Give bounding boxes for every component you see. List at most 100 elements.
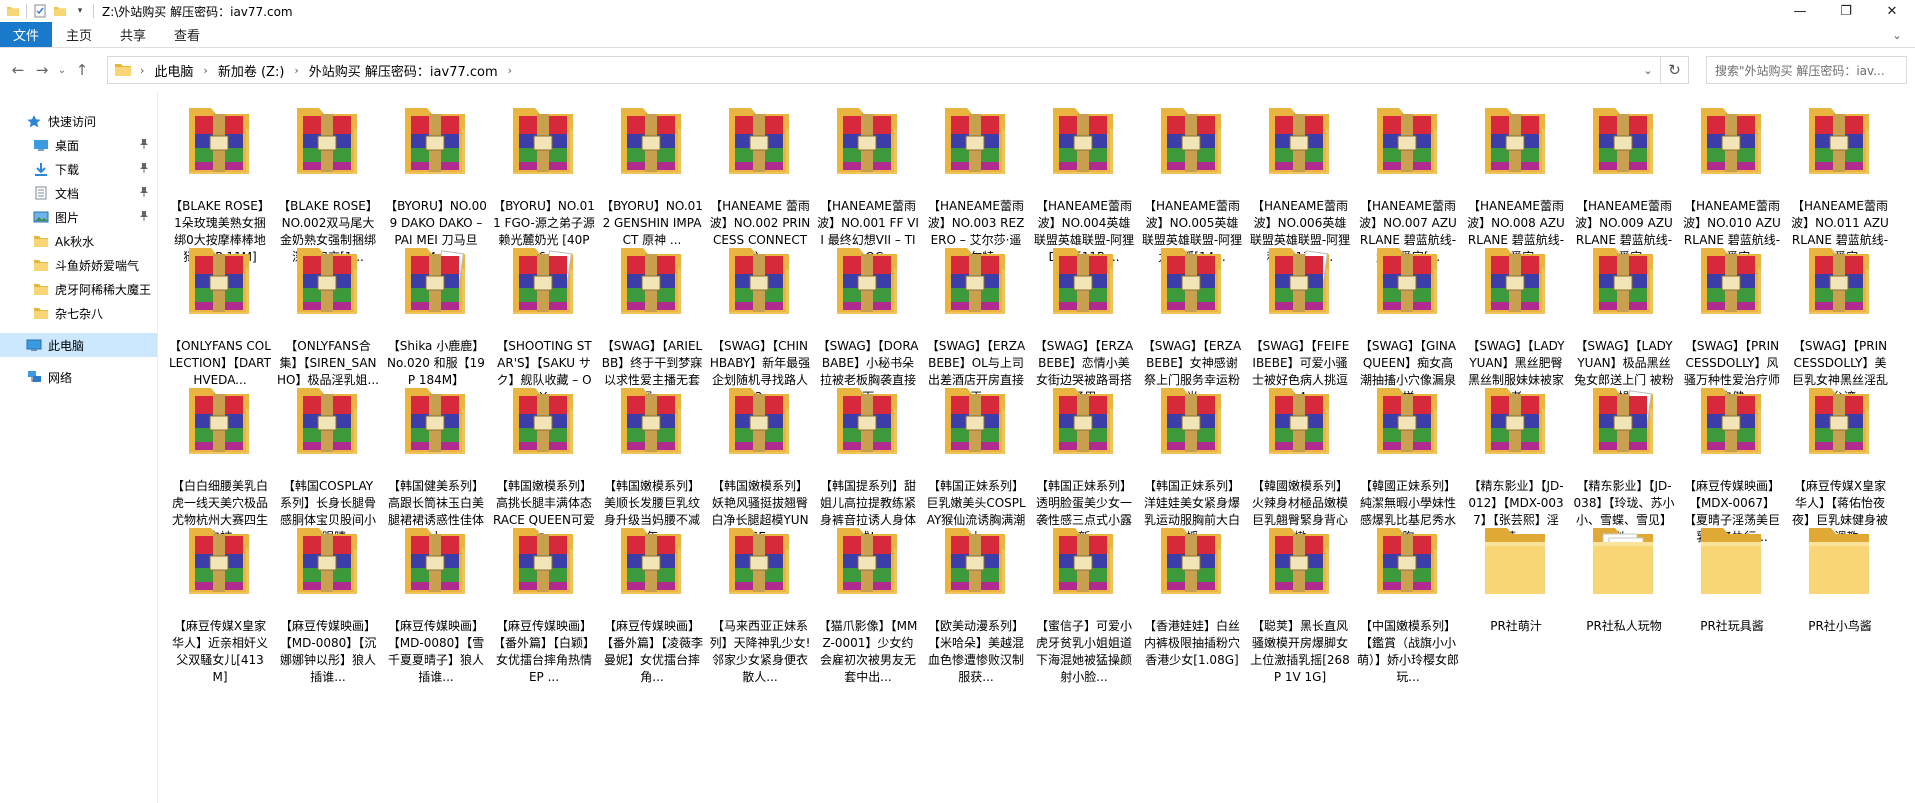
winrar-archive-icon [291, 520, 363, 600]
minimize-button[interactable]: — [1777, 0, 1823, 22]
pictures-icon [33, 210, 49, 224]
sidebar-item-6[interactable]: 虎牙阿稀稀大魔王 [0, 277, 157, 301]
breadcrumb-drive[interactable]: 新加卷 (Z:) [218, 61, 285, 80]
sidebar-item-label: 快速访问 [48, 114, 97, 129]
winrar-archive-icon [1371, 100, 1443, 180]
sidebar-item-label: 文档 [55, 186, 80, 201]
winrar-archive-icon [1587, 100, 1659, 180]
address-dropdown-icon[interactable]: ⌄ [1638, 57, 1658, 83]
tab-view[interactable]: 查看 [160, 22, 214, 47]
file-name: 【蜜信子】可爱小虎牙贫乳小姐姐道下海混她被猛操颜射小脸... [1035, 619, 1132, 684]
folder-icon [1587, 520, 1659, 600]
archive-file-item[interactable]: 【中国嫩模系列】【鑑賞（战旗小小萌）】娇小玲樱女郎玩... [1357, 520, 1459, 690]
address-bar[interactable]: › 此电脑 › 新加卷 (Z:) › 外站购买 解压密码：iav77.com ›… [107, 56, 1689, 84]
winrar-archive-icon [507, 240, 579, 320]
winrar-archive-icon [1695, 240, 1767, 320]
desktop-icon [33, 138, 49, 152]
sidebar-item-5[interactable]: 斗鱼娇娇爱喘气 [0, 253, 157, 277]
folder-item[interactable]: PR社玩具酱 [1681, 520, 1783, 690]
tab-share[interactable]: 共享 [106, 22, 160, 47]
new-folder-icon[interactable] [53, 4, 67, 18]
winrar-archive-icon [723, 240, 795, 320]
pin-icon[interactable] [139, 138, 149, 153]
up-button[interactable]: ↑ [70, 58, 94, 82]
archive-file-item[interactable]: 【麻豆传媒映画】【番外篇】【白颖】女优擂台摔角热情EP ... [493, 520, 595, 690]
sidebar-item-network[interactable]: 网络 [0, 365, 157, 389]
pin-icon[interactable] [139, 210, 149, 225]
archive-file-item[interactable]: 【聪荚】黑长直风骚嫩模开房爆脚女上位激插乳摇[268P 1V 1G] [1249, 520, 1351, 690]
breadcrumb-separator[interactable]: › [508, 64, 512, 77]
folder-icon [114, 62, 132, 77]
maximize-button[interactable]: ❐ [1823, 0, 1869, 22]
folder-icon [33, 258, 49, 272]
sidebar-item-this-pc[interactable]: 此电脑 [0, 333, 157, 357]
tab-home[interactable]: 主页 [52, 22, 106, 47]
winrar-archive-icon [507, 520, 579, 600]
folder-item[interactable]: PR社小鸟酱 [1789, 520, 1891, 690]
breadcrumb-separator[interactable]: › [294, 64, 298, 77]
winrar-archive-icon [1803, 380, 1875, 460]
archive-file-item[interactable]: 【欧美动漫系列】【米哈朵】美越混血色惨遭惨败汉制服获... [925, 520, 1027, 690]
winrar-archive-icon [399, 380, 471, 460]
archive-file-item[interactable]: 【香港娃娃】白丝内裤极限抽插粉穴香港少女[1.08G] [1141, 520, 1243, 690]
archive-file-item[interactable]: 【麻豆传媒映画】【番外篇】【凌薇李曼妮】女优擂台摔角... [601, 520, 703, 690]
archive-file-item[interactable]: 【麻豆传媒映画】【MD-0080】【沉娜娜钟以彤】狼人插谁... [277, 520, 379, 690]
winrar-archive-icon [831, 100, 903, 180]
archive-file-item[interactable]: 【麻豆传媒X皇家华人】近亲相奸义父双騷女儿[413M] [169, 520, 271, 690]
breadcrumb: › 此电脑 › 新加卷 (Z:) › 外站购买 解压密码：iav77.com › [108, 61, 512, 80]
expand-ribbon-icon[interactable]: ⌄ [1889, 27, 1905, 43]
winrar-archive-icon [615, 380, 687, 460]
customize-toolbar-icon[interactable]: ▾ [73, 4, 87, 18]
sidebar-item-label: 虎牙阿稀稀大魔王 [55, 282, 152, 297]
winrar-archive-icon [183, 380, 255, 460]
refresh-button[interactable]: ↻ [1660, 57, 1688, 83]
close-button[interactable]: ✕ [1869, 0, 1915, 22]
sidebar-item-2[interactable]: 文档 [0, 181, 157, 205]
archive-file-item[interactable]: 【马来西亚正妹系列】天降神乳少女! 邻家少女紧身便衣散人... [709, 520, 811, 690]
archive-file-item[interactable]: 【麻豆传媒映画】【MD-0080】【雪千夏夏晴子】狼人插谁... [385, 520, 487, 690]
sidebar-item-7[interactable]: 杂七杂八 [0, 301, 157, 325]
breadcrumb-current-folder[interactable]: 外站购买 解压密码：iav77.com [309, 61, 498, 80]
tab-file[interactable]: 文件 [0, 22, 52, 47]
breadcrumb-separator[interactable]: › [203, 64, 207, 77]
pin-icon[interactable] [139, 162, 149, 177]
search-input[interactable]: 搜索"外站购买 解压密码：iav... [1706, 56, 1907, 84]
winrar-archive-icon [291, 100, 363, 180]
winrar-archive-icon [1479, 240, 1551, 320]
recent-locations-button[interactable]: ⌄ [54, 58, 70, 82]
winrar-archive-icon [291, 240, 363, 320]
folder-icon [1479, 520, 1551, 600]
archive-file-item[interactable]: 【蜜信子】可爱小虎牙贫乳小姐姐道下海混她被猛操颜射小脸... [1033, 520, 1135, 690]
winrar-archive-icon [1695, 380, 1767, 460]
sidebar-item-label: 此电脑 [48, 338, 85, 353]
breadcrumb-separator[interactable]: › [140, 64, 144, 77]
sidebar-item-quick-access[interactable]: 快速访问 [0, 109, 157, 133]
winrar-archive-icon [507, 380, 579, 460]
properties-icon[interactable] [33, 4, 47, 18]
archive-file-item[interactable]: 【猫爪影像】【MMZ-0001】少女约会雇初次被男友无套中出... [817, 520, 919, 690]
winrar-archive-icon [615, 240, 687, 320]
pin-icon[interactable] [139, 186, 149, 201]
sidebar-item-3[interactable]: 图片 [0, 205, 157, 229]
folder-item[interactable]: PR社萌汁 [1465, 520, 1567, 690]
forward-button[interactable]: → [30, 58, 54, 82]
sidebar-item-0[interactable]: 桌面 [0, 133, 157, 157]
navigation-pane: 快速访问 桌面 下载文档图片 Ak秋水 斗鱼娇娇爱喘气虎牙阿稀稀大魔王杂七杂八 此电脑… [0, 92, 158, 803]
back-button[interactable]: ← [6, 58, 30, 82]
file-name: 【马来西亚正妹系列】天降神乳少女! 邻家少女紧身便衣散人... [709, 619, 811, 684]
file-name: 【麻豆传媒映画】【番外篇】【凌薇李曼妮】女优擂台摔角... [601, 619, 703, 684]
winrar-archive-icon [1371, 520, 1443, 600]
folder-item[interactable]: PR社私人玩物 [1573, 520, 1675, 690]
winrar-archive-icon [399, 240, 471, 320]
breadcrumb-this-pc[interactable]: 此电脑 [154, 61, 193, 80]
winrar-archive-icon [1155, 100, 1227, 180]
winrar-archive-icon [1047, 520, 1119, 600]
navigation-bar: ← → ⌄ ↑ › 此电脑 › 新加卷 (Z:) › 外站购买 解压密码：iav… [0, 49, 1915, 91]
winrar-archive-icon [939, 380, 1011, 460]
winrar-archive-icon [1587, 240, 1659, 320]
winrar-archive-icon [1155, 240, 1227, 320]
sidebar-item-1[interactable]: 下载 [0, 157, 157, 181]
sidebar-item-4[interactable]: Ak秋水 [0, 229, 157, 253]
winrar-archive-icon [1263, 380, 1335, 460]
winrar-archive-icon [1047, 380, 1119, 460]
